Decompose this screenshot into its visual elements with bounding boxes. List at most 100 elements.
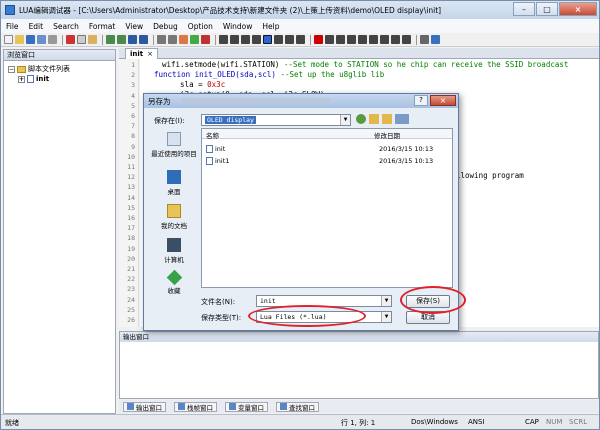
- stop-icon[interactable]: [314, 35, 323, 44]
- menu-window[interactable]: Window: [218, 22, 258, 31]
- tab-init[interactable]: init ×: [125, 48, 159, 59]
- file-name: init1: [215, 156, 230, 165]
- watch-icon[interactable]: [380, 35, 389, 44]
- tab-label: 查找窗口: [289, 403, 315, 412]
- close-tab-icon[interactable]: ×: [147, 50, 153, 58]
- save-in-value: OLED display: [205, 116, 256, 124]
- cut-icon[interactable]: [66, 35, 75, 44]
- undo-icon[interactable]: [106, 35, 115, 44]
- line-number: 14: [127, 193, 135, 202]
- copy-icon[interactable]: [77, 35, 86, 44]
- line-number: 24: [127, 295, 135, 304]
- zoom-in-icon[interactable]: [219, 35, 228, 44]
- place-favorites[interactable]: 收藏: [149, 269, 199, 295]
- tab-find[interactable]: 查找窗口: [276, 401, 319, 412]
- tab-output[interactable]: 输出窗口: [123, 401, 166, 412]
- file-row[interactable]: init 2016/3/15 10:13: [206, 143, 452, 154]
- comment-icon[interactable]: [128, 35, 137, 44]
- zoom-out-icon[interactable]: [230, 35, 239, 44]
- chevron-down-icon[interactable]: ▼: [340, 115, 350, 125]
- goto-icon[interactable]: [190, 35, 199, 44]
- menu-format[interactable]: Format: [84, 22, 120, 31]
- back-icon[interactable]: [356, 114, 366, 124]
- uncomment-icon[interactable]: [139, 35, 148, 44]
- file-icon: [206, 144, 213, 153]
- step-over-icon[interactable]: [347, 35, 356, 44]
- locals-icon[interactable]: [402, 35, 411, 44]
- menu-help[interactable]: Help: [257, 22, 284, 31]
- menu-view[interactable]: View: [120, 22, 148, 31]
- paste-icon[interactable]: [88, 35, 97, 44]
- step-into-icon[interactable]: [336, 35, 345, 44]
- view-menu-icon[interactable]: [395, 114, 409, 124]
- toolbar-separator: [102, 34, 103, 45]
- place-label: 桌面: [167, 188, 181, 196]
- up-folder-icon[interactable]: [369, 114, 379, 124]
- help-icon[interactable]: [431, 35, 440, 44]
- maximize-button[interactable]: □: [536, 2, 558, 16]
- place-recent[interactable]: 最近使用的项目: [149, 132, 199, 158]
- outdent-icon[interactable]: [285, 35, 294, 44]
- place-documents[interactable]: 我的文档: [149, 204, 199, 230]
- print-preview-icon[interactable]: [420, 35, 429, 44]
- place-label: 收藏: [167, 287, 181, 295]
- line-number: 16: [127, 214, 135, 222]
- eol-icon[interactable]: [252, 35, 261, 44]
- minimize-button[interactable]: –: [513, 2, 535, 16]
- favorites-icon: [166, 269, 182, 286]
- tab-stack[interactable]: 栈帧窗口: [174, 401, 217, 412]
- line-number: 15: [127, 203, 135, 212]
- tab-variables[interactable]: 变量窗口: [225, 401, 268, 412]
- bookmark-icon[interactable]: [179, 35, 188, 44]
- close-button[interactable]: ×: [559, 2, 597, 16]
- run-icon[interactable]: [325, 35, 334, 44]
- line-number: 17: [127, 224, 135, 233]
- file-list[interactable]: 名称 修改日期 init 2016/3/15 10:13 init1 2016/…: [201, 128, 453, 288]
- save-all-icon[interactable]: [37, 35, 46, 44]
- save-in-select[interactable]: OLED display ▼: [201, 114, 351, 126]
- breakpoint-icon[interactable]: [201, 35, 210, 44]
- menu-debug[interactable]: Debug: [148, 22, 183, 31]
- code-function: init_OLED(sda,scl): [194, 70, 281, 79]
- place-label: 计算机: [164, 256, 184, 264]
- column-date[interactable]: 修改日期: [374, 130, 400, 140]
- stack-icon: [178, 403, 185, 410]
- redo-icon[interactable]: [117, 35, 126, 44]
- menu-search[interactable]: Search: [48, 22, 84, 31]
- fold-icon[interactable]: [296, 35, 305, 44]
- wordwrap-icon[interactable]: [263, 35, 272, 44]
- file-row[interactable]: init1 2016/3/15 10:13: [206, 155, 452, 166]
- places-bar: 最近使用的项目 桌面 我的文档 计算机 收藏: [149, 128, 199, 298]
- callstack-icon[interactable]: [391, 35, 400, 44]
- find-icon[interactable]: [157, 35, 166, 44]
- menu-file[interactable]: File: [1, 22, 24, 31]
- dialog-help-button[interactable]: ?: [414, 95, 428, 106]
- collapse-icon[interactable]: −: [8, 65, 15, 73]
- indent-icon[interactable]: [274, 35, 283, 44]
- whitespace-icon[interactable]: [241, 35, 250, 44]
- tree-root-item[interactable]: − 脚本文件列表: [8, 64, 70, 74]
- new-file-icon[interactable]: [4, 35, 13, 44]
- step-out-icon[interactable]: [358, 35, 367, 44]
- run-to-cursor-icon[interactable]: [369, 35, 378, 44]
- blurred-path: [180, 98, 331, 104]
- place-computer[interactable]: 计算机: [149, 238, 199, 264]
- column-name[interactable]: 名称: [206, 130, 219, 140]
- line-number-gutter: 1 2 3 4 5 6 7 8 9 10 11 12 13 14 15 16 17 18 19 20 21 22 23 24 2…: [119, 59, 139, 327]
- place-desktop[interactable]: 桌面: [149, 170, 199, 196]
- print-icon[interactable]: [48, 35, 57, 44]
- menu-edit[interactable]: Edit: [24, 22, 49, 31]
- save-icon[interactable]: [26, 35, 35, 44]
- code-text: wifi.setmode(wifi.STATION): [162, 60, 284, 69]
- replace-icon[interactable]: [168, 35, 177, 44]
- line-number: 11: [127, 163, 135, 171]
- dialog-close-button[interactable]: ×: [430, 95, 456, 106]
- expand-icon[interactable]: +: [18, 75, 25, 83]
- chevron-down-icon[interactable]: ▼: [381, 296, 391, 306]
- open-folder-icon[interactable]: [15, 35, 24, 44]
- tree-item-init[interactable]: + init: [18, 75, 49, 83]
- chevron-down-icon[interactable]: ▼: [381, 312, 391, 322]
- menu-option[interactable]: Option: [183, 22, 218, 31]
- place-label: 我的文档: [161, 222, 187, 230]
- new-folder-icon[interactable]: [382, 114, 392, 124]
